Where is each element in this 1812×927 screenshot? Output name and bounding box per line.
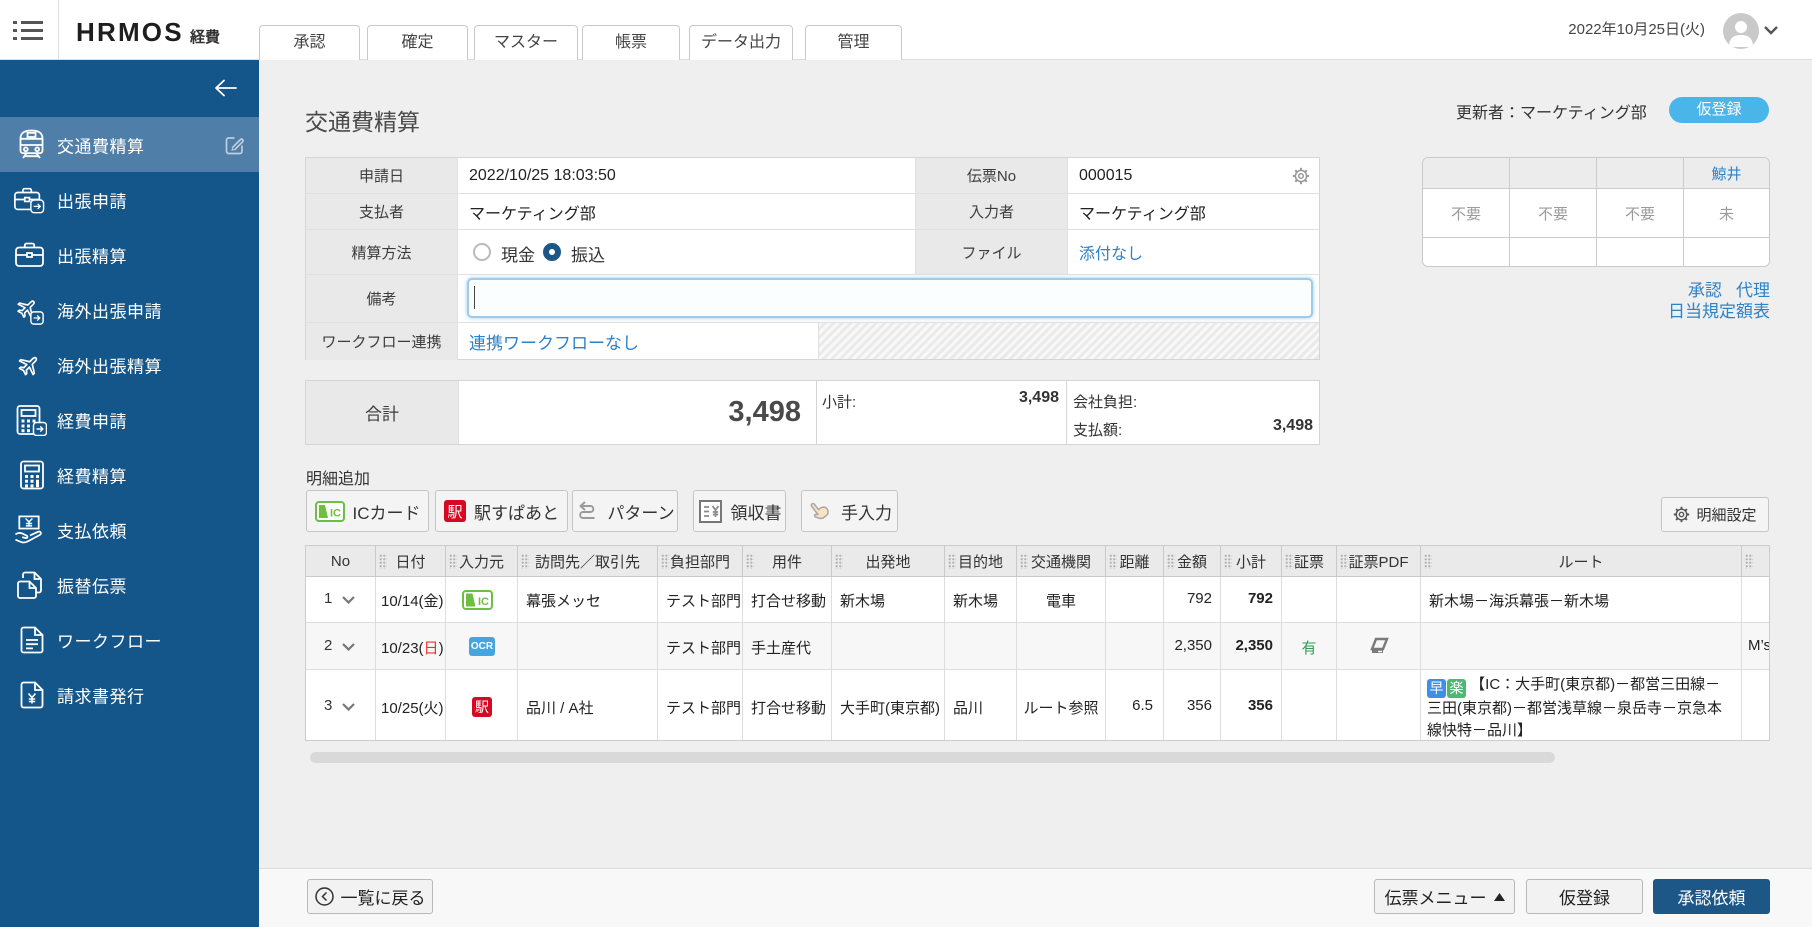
svg-text:IC: IC	[478, 596, 489, 608]
svg-text:IC: IC	[330, 507, 341, 519]
